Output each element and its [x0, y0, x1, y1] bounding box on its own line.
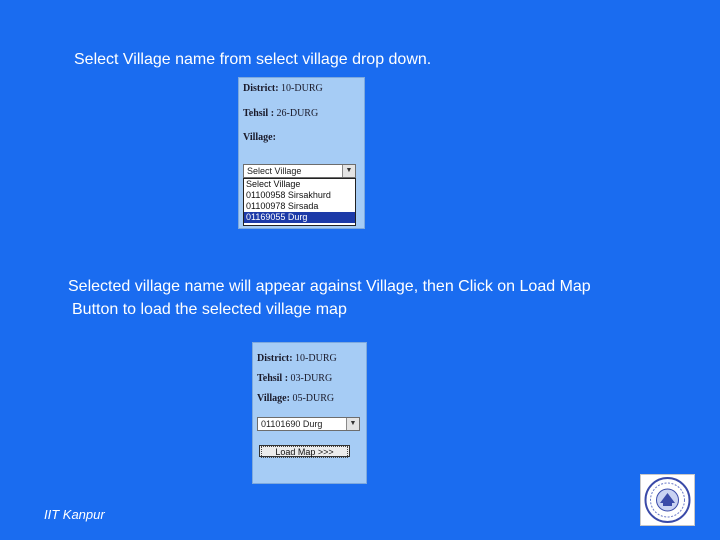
tehsil-value: 26-DURG	[276, 108, 319, 119]
load-map-button-label: Load Map >>>	[261, 446, 348, 458]
instruction-step-2: Selected village name will appear agains…	[68, 275, 591, 321]
village-field: Village: 05-DURG	[257, 393, 334, 404]
village-option[interactable]: 01100978 Sirsada	[244, 201, 355, 212]
chevron-down-icon[interactable]: ▼	[342, 165, 355, 177]
village-select[interactable]: 01101690 Durg ▼	[257, 417, 360, 431]
village-selection-panel-open: District: 10-DURG Tehsil : 26-DURG Villa…	[238, 77, 365, 229]
village-select[interactable]: Select Village ▼	[243, 164, 356, 178]
village-field: Village:	[243, 132, 276, 143]
instruction-step-1: Select Village name from select village …	[74, 51, 432, 68]
iit-kanpur-seal-icon	[640, 474, 695, 526]
instruction-step-2-line-1: Selected village name will appear agains…	[68, 278, 591, 295]
tehsil-value: 03-DURG	[290, 373, 333, 384]
district-value: 10-DURG	[295, 353, 337, 364]
village-select-value: Select Village	[247, 166, 302, 176]
village-select-value: 01101690 Durg	[261, 419, 323, 429]
tehsil-label: Tehsil :	[243, 108, 275, 119]
district-field: District: 10-DURG	[257, 353, 337, 364]
instruction-step-2-line-2: Button to load the selected village map	[72, 301, 347, 318]
district-label: District:	[257, 353, 293, 364]
load-map-button[interactable]: Load Map >>>	[259, 445, 350, 458]
village-value: 05-DURG	[292, 393, 335, 404]
district-field: District: 10-DURG	[243, 83, 323, 94]
tehsil-field: Tehsil : 26-DURG	[243, 108, 318, 119]
district-value: 10-DURG	[281, 83, 323, 94]
village-option-selected[interactable]: 01169055 Durg	[244, 212, 355, 223]
chevron-down-icon[interactable]: ▼	[346, 418, 359, 430]
district-label: District:	[243, 83, 279, 94]
village-label: Village:	[243, 132, 276, 143]
village-dropdown-list[interactable]: Select Village 01100958 Sirsakhurd 01100…	[243, 178, 356, 226]
village-label: Village:	[257, 393, 290, 404]
tehsil-field: Tehsil : 03-DURG	[257, 373, 332, 384]
footer-org-name: IIT Kanpur	[44, 507, 105, 522]
village-selection-panel-selected: District: 10-DURG Tehsil : 03-DURG Villa…	[252, 342, 367, 484]
village-option[interactable]: 01100958 Sirsakhurd	[244, 190, 355, 201]
tehsil-label: Tehsil :	[257, 373, 289, 384]
village-option[interactable]: Select Village	[244, 179, 355, 190]
